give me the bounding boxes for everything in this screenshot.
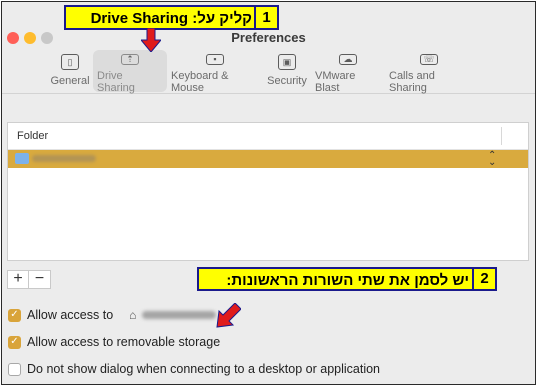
keyboard-icon: ▪ [206,54,224,65]
red-arrow-diagonal-icon [216,303,241,328]
folder-table: Folder ⌃ ⌄ [7,122,529,261]
folder-column-header[interactable]: Folder [8,123,528,150]
tab-drive-sharing[interactable]: ⇡ Drive Sharing [93,50,167,94]
allow-removable-checkbox[interactable]: ✓ [8,335,21,349]
callout-1-number: 1 [254,7,277,28]
preferences-window: Preferences ▯ General ⇡ Drive Sharing ▪ … [1,1,536,385]
phone-icon: ☏ [420,54,438,65]
callout-1-text: קליק על: Drive Sharing [90,10,252,27]
allow-access-label: Allow access to [27,308,114,322]
allow-removable-label: Allow access to removable storage [27,335,221,349]
folder-column-header-label: Folder [17,130,49,142]
tab-drive-sharing-label: Drive Sharing [97,70,135,94]
add-remove-controls: + − [7,270,51,289]
tab-calls-sharing[interactable]: ☏ Calls and Sharing [385,50,473,94]
red-arrow-down-icon [141,28,161,52]
folder-share-icon: ⇡ [121,54,139,65]
tab-vmware-blast-label: VMware Blast [315,70,356,94]
instruction-callout-2: יש לסמן את שתי השורות הראשונות: 2 [197,267,497,291]
allow-access-checkbox[interactable]: ✓ [8,308,21,322]
no-dialog-checkbox[interactable] [8,362,21,376]
tab-calls-sharing-label: Calls and Sharing [389,70,435,94]
redacted-home-folder [142,311,217,319]
column-separator [501,127,502,145]
redacted-folder-name [32,155,96,162]
remove-folder-button[interactable]: − [29,270,51,289]
allow-access-row: ✓ Allow access to ⌂ [8,308,217,322]
tab-security-label: Security [267,75,307,87]
callout-2-number: 2 [472,269,495,289]
tab-security[interactable]: ▣ Security [263,50,311,92]
tab-keyboard-mouse[interactable]: ▪ Keyboard & Mouse [167,50,263,94]
allow-removable-row: ✓ Allow access to removable storage [8,335,220,349]
chevron-up-down-icon[interactable]: ⌃ ⌄ [488,151,496,168]
tab-keyboard-mouse-label: Keyboard & Mouse [171,70,229,94]
cloud-icon: ☁ [339,54,357,65]
lock-icon: ▣ [278,54,296,70]
home-icon: ⌂ [129,308,137,322]
general-icon: ▯ [61,54,79,70]
window-title: Preferences [231,30,306,45]
tab-vmware-blast[interactable]: ☁ VMware Blast [311,50,385,94]
folder-icon [15,153,29,164]
no-dialog-label: Do not show dialog when connecting to a … [27,362,381,376]
tab-general-label: General [50,75,90,87]
add-folder-button[interactable]: + [7,270,29,289]
callout-2-text: יש לסמן את שתי השורות הראשונות: [226,272,469,289]
tab-general[interactable]: ▯ General [47,50,93,92]
no-dialog-row: Do not show dialog when connecting to a … [8,362,380,376]
instruction-callout-1: קליק על: Drive Sharing 1 [64,5,279,30]
folder-row-selected[interactable]: ⌃ ⌄ [8,150,528,168]
preferences-toolbar: ▯ General ⇡ Drive Sharing ▪ Keyboard & M… [47,50,473,94]
